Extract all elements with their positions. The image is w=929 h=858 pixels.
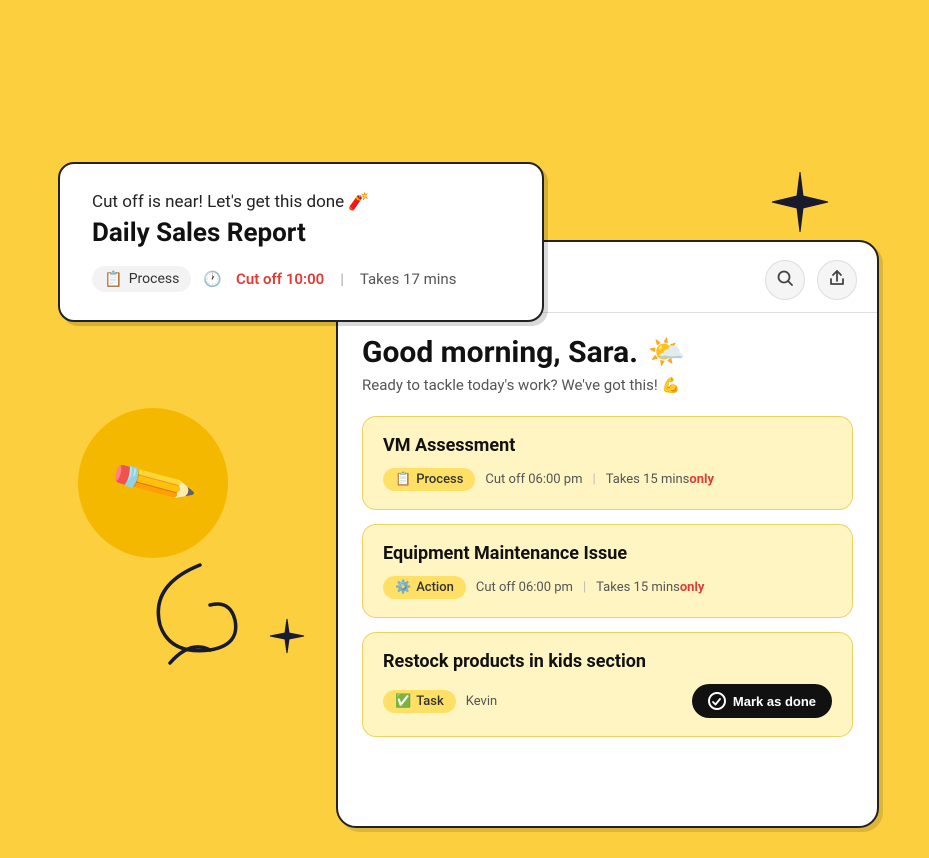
task-cutoff-equipment: Cut off 06:00 pm: [476, 580, 573, 595]
task-takes-vm: Takes 15 minsonly: [606, 472, 714, 487]
task-tag-process: 📋 Process: [383, 468, 475, 491]
mark-done-button[interactable]: Mark as done: [692, 684, 832, 718]
share-icon: [828, 269, 846, 292]
cutoff-icon: 🕐: [203, 270, 222, 288]
task-meta-restock: ✅ Task Kevin: [383, 690, 497, 713]
notification-card: Cut off is near! Let's get this done 🧨 D…: [58, 162, 544, 322]
task-card-equipment: Equipment Maintenance Issue ⚙️ Action Cu…: [362, 524, 853, 618]
swirl-decoration: [120, 555, 280, 675]
task-tag-action: ⚙️ Action: [383, 576, 466, 599]
process-icon: 📋: [104, 270, 123, 288]
panel-body: Good morning, Sara. 🌤️ Ready to tackle t…: [338, 313, 877, 826]
process-tag-icon: 📋: [395, 472, 411, 487]
cutoff-label: Cut off 10:00: [236, 270, 324, 288]
check-circle-icon: [708, 692, 726, 710]
share-button[interactable]: [817, 260, 857, 300]
greeting-heading: Good morning, Sara. 🌤️: [362, 335, 853, 370]
only-text-equipment: only: [680, 580, 705, 595]
greeting-subtitle: Ready to tackle today's work? We've got …: [362, 376, 853, 394]
sparkle-decoration-top: [766, 168, 834, 249]
search-button[interactable]: [765, 260, 805, 300]
notification-tagline: Cut off is near! Let's get this done 🧨: [92, 192, 510, 212]
mark-done-label: Mark as done: [733, 694, 816, 709]
meta-separator: |: [340, 270, 344, 288]
main-panel: Good morning, Sara. 🌤️ Ready to tackle t…: [336, 240, 879, 828]
task-title-vm: VM Assessment: [383, 435, 832, 456]
task-meta-equipment: ⚙️ Action Cut off 06:00 pm | Takes 15 mi…: [383, 576, 832, 599]
action-tag-icon: ⚙️: [395, 580, 411, 595]
task-person-restock: Kevin: [466, 694, 497, 709]
tag-label-restock: Task: [416, 694, 444, 709]
greeting-text: Good morning, Sara.: [362, 335, 638, 370]
tag-label-vm: Process: [416, 472, 463, 487]
search-icon: [776, 269, 794, 292]
greeting-subtitle-text: Ready to tackle today's work? We've got …: [362, 376, 680, 394]
task-tag-icon: ✅: [395, 694, 411, 709]
task-sep-equipment: |: [583, 580, 586, 595]
task-sep-vm: |: [593, 472, 596, 487]
only-text-vm: only: [689, 472, 714, 487]
task-meta-vm: 📋 Process Cut off 06:00 pm | Takes 15 mi…: [383, 468, 832, 491]
process-badge: 📋 Process: [92, 266, 191, 292]
pencil-circle-decoration: ✏️: [78, 408, 228, 558]
notification-title: Daily Sales Report: [92, 218, 510, 248]
task-takes-equipment: Takes 15 minsonly: [596, 580, 704, 595]
weather-emoji: 🌤️: [648, 335, 685, 370]
task-cutoff-vm: Cut off 06:00 pm: [485, 472, 582, 487]
takes-label: Takes 17 mins: [360, 270, 457, 288]
task-title-restock: Restock products in kids section: [383, 651, 832, 672]
tag-label-equipment: Action: [416, 580, 454, 595]
task-card-restock: Restock products in kids section ✅ Task …: [362, 632, 853, 737]
notification-meta: 📋 Process 🕐 Cut off 10:00 | Takes 17 min…: [92, 266, 510, 292]
task-card-vm-assessment: VM Assessment 📋 Process Cut off 06:00 pm…: [362, 416, 853, 510]
task-title-equipment: Equipment Maintenance Issue: [383, 543, 832, 564]
process-label: Process: [129, 271, 180, 287]
task-tag-task: ✅ Task: [383, 690, 456, 713]
task-bottom-row-restock: ✅ Task Kevin Mark as done: [383, 684, 832, 718]
